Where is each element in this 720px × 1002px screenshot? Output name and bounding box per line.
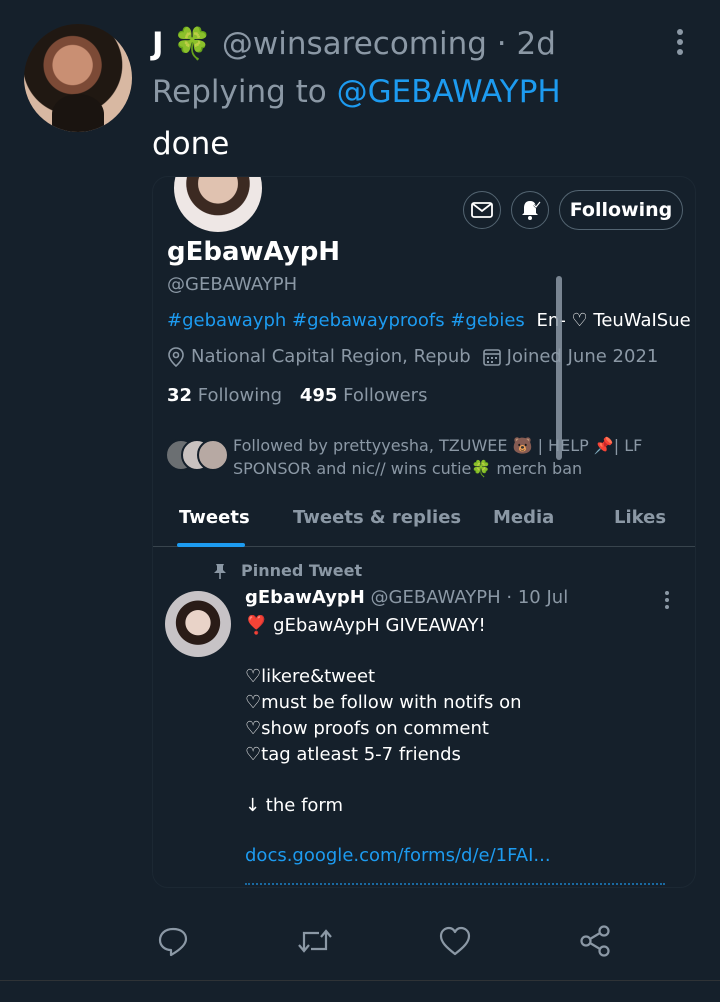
pin-icon (214, 563, 226, 579)
followed-by-line-2: SPONSOR and nic// wins cutie🍀 merch ban (233, 459, 583, 478)
profile-bio: #gebawayph #gebawayproofs #gebies En- ♡ … (167, 310, 691, 331)
followed-by-line-1: Followed by prettyyesha, TZUWEE 🐻 | HELP… (233, 436, 643, 455)
divider (0, 980, 720, 981)
calendar-icon (482, 348, 501, 366)
followers-count: 495 (299, 385, 338, 406)
form-link: docs.google.com/forms/d/e/1FAI... (245, 845, 551, 866)
replying-prefix: Replying to (152, 74, 327, 110)
profile-handle: @GEBAWAYPH (167, 274, 298, 295)
profile-tabs: Tweets Tweets & replies Media Likes (153, 495, 695, 547)
tab-tweets: Tweets (179, 507, 250, 528)
pinned-tweet-body: ❣️ gEbawAypH GIVEAWAY! ♡likere&tweet ♡mu… (245, 615, 522, 816)
heart-icon[interactable] (436, 922, 474, 960)
reply-icon[interactable] (154, 922, 192, 960)
bio-hashtags: #gebawayph #gebawayproofs #gebies (167, 310, 525, 331)
profile-stats: 32 Following 495 Followers (167, 385, 427, 406)
following-stat-label: Following (197, 385, 283, 406)
tab-media: Media (493, 507, 555, 528)
share-icon[interactable] (576, 922, 614, 960)
pinned-tweet-avatar (165, 591, 231, 657)
more-options-icon[interactable] (666, 26, 694, 58)
profile-meta: National Capital Region, Repub Joined Ju… (167, 346, 658, 367)
tweet-time[interactable]: · 2d (497, 26, 556, 62)
profile-location: National Capital Region, Repub (191, 346, 471, 367)
tab-tweets-replies: Tweets & replies (293, 507, 462, 528)
tweet-text: done (152, 126, 230, 162)
avatar (197, 439, 229, 471)
clover-emoji: 🍀 (173, 26, 213, 62)
profile-name: gEbawAypH (167, 237, 341, 267)
active-tab-indicator (177, 543, 245, 547)
followed-by-avatars (165, 439, 229, 473)
mail-icon (463, 191, 501, 229)
following-button: Following (559, 190, 683, 230)
following-count: 32 (167, 385, 193, 406)
pinned-tweet-handle: @GEBAWAYPH (370, 587, 501, 608)
cut-off-text (245, 883, 665, 887)
pinned-label-text: Pinned Tweet (241, 561, 363, 580)
scrollbar (556, 276, 562, 460)
tab-likes: Likes (614, 507, 667, 528)
author-handle[interactable]: @winsarecoming (222, 26, 487, 62)
embedded-profile-screenshot[interactable]: Following gEbawAypH @GEBAWAYPH #gebawayp… (152, 176, 696, 888)
profile-avatar (171, 177, 265, 235)
retweet-icon[interactable] (296, 922, 334, 960)
pinned-tweet-label: Pinned Tweet (213, 561, 362, 580)
followers-stat-label: Followers (343, 385, 428, 406)
replying-to: Replying to @GEBAWAYPH (152, 72, 561, 112)
bell-notify-icon (511, 191, 549, 229)
replying-handle-link[interactable]: @GEBAWAYPH (337, 74, 561, 110)
profile-joined: Joined June 2021 (506, 346, 659, 367)
location-pin-icon (168, 346, 184, 367)
pinned-more-icon (665, 591, 671, 609)
author-avatar[interactable] (24, 24, 132, 132)
followed-by-text: Followed by prettyyesha, TZUWEE 🐻 | HELP… (233, 434, 673, 480)
tweet-header: J 🍀 @winsarecoming · 2d (152, 24, 556, 64)
author-name[interactable]: J (152, 26, 164, 62)
pinned-tweet-header: gEbawAypH @GEBAWAYPH · 10 Jul (245, 587, 568, 608)
pinned-tweet-time: · 10 Jul (506, 587, 569, 608)
pinned-tweet-name: gEbawAypH (245, 587, 365, 608)
